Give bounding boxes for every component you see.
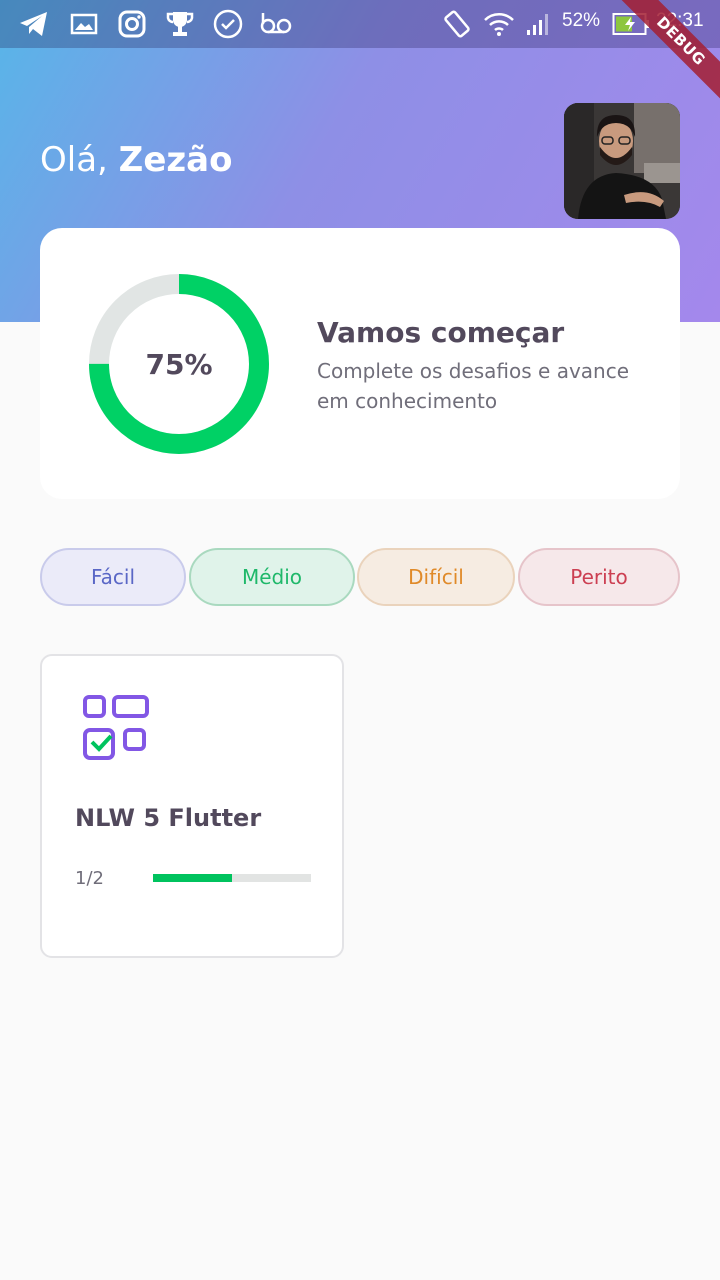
avatar-photo-icon	[564, 103, 680, 219]
quiz-card[interactable]: NLW 5 Flutter 1/2	[40, 654, 344, 958]
clock: 22:31	[656, 10, 704, 31]
battery-percent: 52%	[562, 10, 601, 31]
score-subtitle: Complete os desafios e avance em conheci…	[317, 359, 630, 413]
voicemail-icon	[260, 8, 292, 40]
level-chip-label: Perito	[570, 565, 628, 589]
level-chip-perito[interactable]: Perito	[518, 548, 680, 606]
score-title: Vamos começar	[317, 316, 565, 349]
score-card: 75% Vamos começar Complete os desafios e…	[40, 228, 680, 499]
quiz-progress-bar	[153, 874, 311, 882]
quiz-progress-label: 1/2	[75, 868, 104, 889]
level-chip-facil[interactable]: Fácil	[40, 548, 186, 606]
greeting-prefix: Olá,	[40, 140, 119, 180]
level-chip-dificil[interactable]: Difícil	[357, 548, 515, 606]
vibrate-icon	[441, 8, 473, 40]
user-name: Zezão	[118, 140, 233, 180]
check-circle-icon	[212, 8, 244, 40]
level-chip-medio[interactable]: Médio	[189, 548, 355, 606]
quiz-progress-fill	[153, 874, 232, 882]
greeting: Olá, Zezão	[40, 140, 232, 180]
telegram-icon	[18, 8, 50, 40]
signal-icon	[523, 8, 555, 40]
level-chip-label: Fácil	[90, 565, 136, 589]
wifi-icon	[483, 8, 515, 40]
level-chip-label: Difícil	[408, 565, 464, 589]
gallery-icon	[68, 8, 100, 40]
progress-ring: 75%	[89, 274, 269, 454]
quiz-title: NLW 5 Flutter	[75, 804, 262, 832]
battery-charging-icon	[612, 8, 650, 40]
level-chip-label: Médio	[241, 565, 303, 589]
trophy-icon	[164, 8, 196, 40]
instagram-icon	[116, 8, 148, 40]
status-bar: 52% 22:31	[0, 0, 720, 48]
data-quiz-icon	[83, 695, 149, 760]
progress-percent: 75%	[145, 347, 213, 381]
avatar[interactable]	[564, 103, 680, 219]
